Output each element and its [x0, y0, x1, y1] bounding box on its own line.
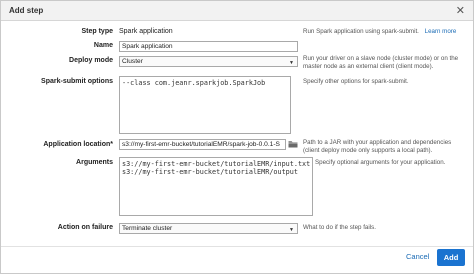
spark-submit-textarea[interactable]: --class com.jeanr.sparkjob.SparkJob	[119, 76, 291, 134]
deploy-mode-help: Run your driver on a slave node (cluster…	[303, 55, 458, 71]
step-type-value: Spark application	[119, 28, 173, 35]
app-location-help-line1: Path to a JAR with your application and …	[303, 139, 452, 146]
step-type-help: Run Spark application using spark-submit…	[303, 28, 456, 36]
arguments-textarea[interactable]: s3://my-first-emr-bucket/tutorialEMR/inp…	[119, 157, 313, 216]
dialog-header: Add step ✕	[1, 1, 473, 21]
arguments-help: Specify optional arguments for your appl…	[315, 159, 446, 166]
action-on-failure-value: Terminate cluster	[122, 225, 173, 232]
app-location-label: Application location*	[43, 141, 113, 148]
step-type-label: Step type	[81, 28, 113, 35]
arguments-line-1: s3://my-first-emr-bucket/tutorialEMR/inp…	[122, 160, 311, 168]
footer-divider	[1, 246, 473, 247]
deploy-mode-select[interactable]: Cluster ▼	[119, 56, 298, 67]
learn-more-link[interactable]: Learn more	[425, 28, 457, 35]
arguments-label: Arguments	[76, 159, 113, 166]
step-type-help-text: Run Spark application using spark-submit…	[303, 28, 419, 35]
spark-submit-label: Spark-submit options	[41, 78, 113, 85]
action-on-failure-label: Action on failure	[57, 224, 113, 231]
add-button[interactable]: Add	[437, 249, 465, 266]
cancel-button[interactable]: Cancel	[406, 252, 429, 261]
action-on-failure-help: What to do if the step fails.	[303, 224, 376, 231]
chevron-down-icon: ▼	[289, 60, 294, 66]
spark-submit-help: Specify other options for spark-submit.	[303, 78, 409, 85]
name-label: Name	[93, 42, 113, 49]
add-step-dialog: Add step ✕ Step type Spark application R…	[0, 0, 474, 274]
deploy-mode-help-line2: master node as an external client (clien…	[303, 63, 434, 70]
chevron-down-icon: ▼	[289, 227, 294, 233]
close-icon[interactable]: ✕	[456, 4, 465, 17]
arguments-line-2: s3://my-first-emr-bucket/tutorialEMR/out…	[122, 168, 298, 176]
action-on-failure-select[interactable]: Terminate cluster ▼	[119, 223, 298, 234]
app-location-help: Path to a JAR with your application and …	[303, 139, 451, 155]
deploy-mode-label: Deploy mode	[69, 57, 113, 64]
deploy-mode-value: Cluster	[122, 58, 143, 65]
app-location-help-line2: (client deploy mode only supports a loca…	[303, 147, 433, 154]
deploy-mode-help-line1: Run your driver on a slave node (cluster…	[303, 55, 459, 62]
dialog-title: Add step	[9, 6, 44, 15]
name-input[interactable]: Spark application	[119, 41, 298, 52]
app-location-input[interactable]: s3://my-first-emr-bucket/tutorialEMR/spa…	[119, 139, 286, 150]
folder-icon[interactable]	[288, 140, 298, 148]
